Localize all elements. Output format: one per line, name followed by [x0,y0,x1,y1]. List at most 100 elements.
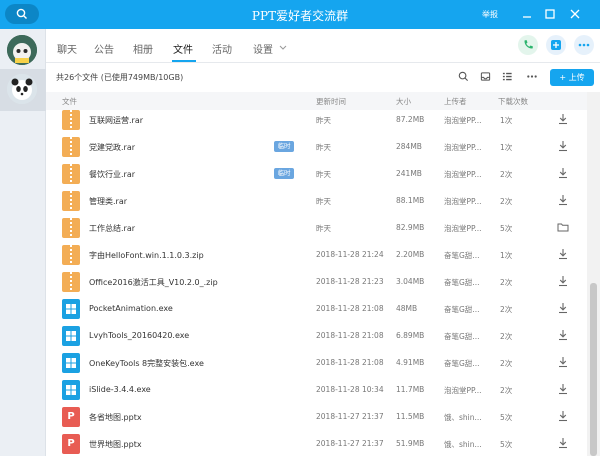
windows-exe-icon [62,326,80,346]
file-name: 管理类.rar [89,197,128,206]
minimize-icon[interactable] [520,7,534,21]
file-name: OneKeyTools 8完整安装包.exe [89,359,204,368]
tab-files[interactable]: 文件 [173,41,193,56]
file-row[interactable]: 字由HelloFont.win.1.1.0.3.zip 2018-11-28 21… [46,242,587,269]
archive-file-icon [62,245,80,265]
file-row[interactable]: iSlide-3.4.4.exe 2018-11-28 10:34 11.7MB 泡泡… [46,377,587,404]
group-avatar[interactable] [7,35,37,65]
tab-settings[interactable]: 设置 [253,41,273,56]
file-row[interactable]: 工作总结.rar 昨天 82.9MB 泡泡堂PP... 5次 [46,215,587,242]
file-size: 82.9MB [396,223,425,232]
file-download-count: 2次 [500,305,513,314]
powerpoint-file-icon: P [62,434,80,454]
download-icon[interactable] [557,437,569,452]
file-uploader: 奋笔G甜... [444,332,480,341]
file-name: LvyhTools_20160420.exe [89,331,190,340]
file-download-count: 2次 [500,386,513,395]
download-icon[interactable] [557,194,569,209]
file-uploader: 泡泡堂PP... [444,386,482,395]
call-button[interactable] [518,35,538,55]
download-icon[interactable] [557,167,569,182]
upload-button[interactable]: + 上传 [550,69,594,86]
file-row[interactable]: 餐饮行业.rar 临时 昨天 241MB 泡泡堂PP... 2次 [46,161,587,188]
tab-album[interactable]: 相册 [133,41,153,56]
active-tab-indicator [172,60,196,62]
download-icon[interactable] [557,410,569,425]
tab-announcement[interactable]: 公告 [94,41,114,56]
search-icon[interactable] [458,71,469,82]
powerpoint-file-icon: P [62,407,80,427]
column-header-size[interactable]: 大小 [396,96,411,107]
title-bar: PPT爱好者交流群 举报 [0,0,600,29]
file-updated-time: 2018-11-28 10:34 [316,385,384,394]
add-icon [551,40,561,50]
column-header-uploader[interactable]: 上传者 [444,96,467,107]
file-size: 3.04MB [396,277,425,286]
file-updated-time: 2018-11-28 21:23 [316,277,384,286]
file-download-count: 1次 [500,116,513,125]
file-uploader: 泡泡堂PP... [444,197,482,206]
phone-icon [524,40,533,49]
file-row[interactable]: 互联网运营.rar 昨天 87.2MB 泡泡堂PP... 1次 [46,110,587,134]
maximize-icon[interactable] [543,7,557,21]
file-toolbar: 共26个文件 (已使用749MB/10GB) + 上传 [46,63,600,90]
file-download-count: 2次 [500,170,513,179]
file-name: PocketAnimation.exe [89,304,173,313]
tab-chat[interactable]: 聊天 [57,41,77,56]
download-icon[interactable] [557,113,569,128]
download-icon[interactable] [557,275,569,290]
download-icon[interactable] [557,356,569,371]
file-size: 48MB [396,304,418,313]
file-row[interactable]: 管理类.rar 昨天 88.1MB 泡泡堂PP... 2次 [46,188,587,215]
file-name: Office2016激活工具_V10.2.0_.zip [89,278,218,287]
archive-file-icon [62,164,80,184]
column-header-downloads[interactable]: 下载次数 [498,96,528,107]
file-uploader: 饿、shin... [444,440,482,449]
window-title: PPT爱好者交流群 [251,9,349,23]
file-uploader: 泡泡堂PP... [444,224,482,233]
folder-icon[interactable] [557,221,569,236]
add-button[interactable] [546,35,566,55]
file-size: 88.1MB [396,196,425,205]
archive-file-icon [62,137,80,157]
download-icon[interactable] [557,140,569,155]
file-row[interactable]: P 世界地图.pptx 2018-11-27 21:37 51.9MB 饿、shin..… [46,431,587,456]
file-updated-time: 昨天 [316,143,331,152]
file-updated-time: 昨天 [316,116,331,125]
file-size: 87.2MB [396,115,425,124]
file-row[interactable]: P 各省地图.pptx 2018-11-27 21:37 11.5MB 饿、shin..… [46,404,587,431]
file-download-count: 5次 [500,224,513,233]
sidebar [0,29,46,456]
file-uploader: 饿、shin... [444,413,482,422]
column-header-updated[interactable]: 更新时间 [316,96,346,107]
list-view-icon[interactable] [502,71,513,82]
file-row[interactable]: PocketAnimation.exe 2018-11-28 21:08 48MB 奋… [46,296,587,323]
file-download-count: 5次 [500,440,513,449]
download-icon[interactable] [557,248,569,263]
tab-activity[interactable]: 活动 [212,41,232,56]
download-icon[interactable] [557,383,569,398]
file-row[interactable]: LvyhTools_20160420.exe 2018-11-28 21:08 6.… [46,323,587,350]
file-count-label: 共26个文件 (已使用749MB/10GB) [56,73,184,82]
file-uploader: 泡泡堂PP... [444,143,482,152]
panda-avatar[interactable] [7,74,37,104]
file-row[interactable]: 党建党政.rar 临时 昨天 284MB 泡泡堂PP... 1次 [46,134,587,161]
file-uploader: 奋笔G甜... [444,359,480,368]
chevron-down-icon[interactable] [279,45,287,51]
file-list: 互联网运营.rar 昨天 87.2MB 泡泡堂PP... 1次 党建党政.rar 临时 昨天 2… [46,110,587,456]
report-button[interactable]: 举报 [482,9,498,20]
column-header-name[interactable]: 文件 [62,96,77,107]
more-button[interactable] [574,35,594,55]
download-icon[interactable] [557,329,569,344]
file-row[interactable]: OneKeyTools 8完整安装包.exe 2018-11-28 21:08 4.… [46,350,587,377]
file-row[interactable]: Office2016激活工具_V10.2.0_.zip 2018-11-28 21… [46,269,587,296]
scrollbar-thumb[interactable] [590,283,597,456]
file-uploader: 泡泡堂PP... [444,116,482,125]
file-name: 各省地图.pptx [89,413,142,422]
inbox-icon[interactable] [480,71,491,82]
file-size: 284MB [396,142,422,151]
close-icon[interactable] [568,7,582,21]
download-icon[interactable] [557,302,569,317]
more-options-icon[interactable] [526,71,538,82]
file-updated-time: 2018-11-28 21:08 [316,358,384,367]
